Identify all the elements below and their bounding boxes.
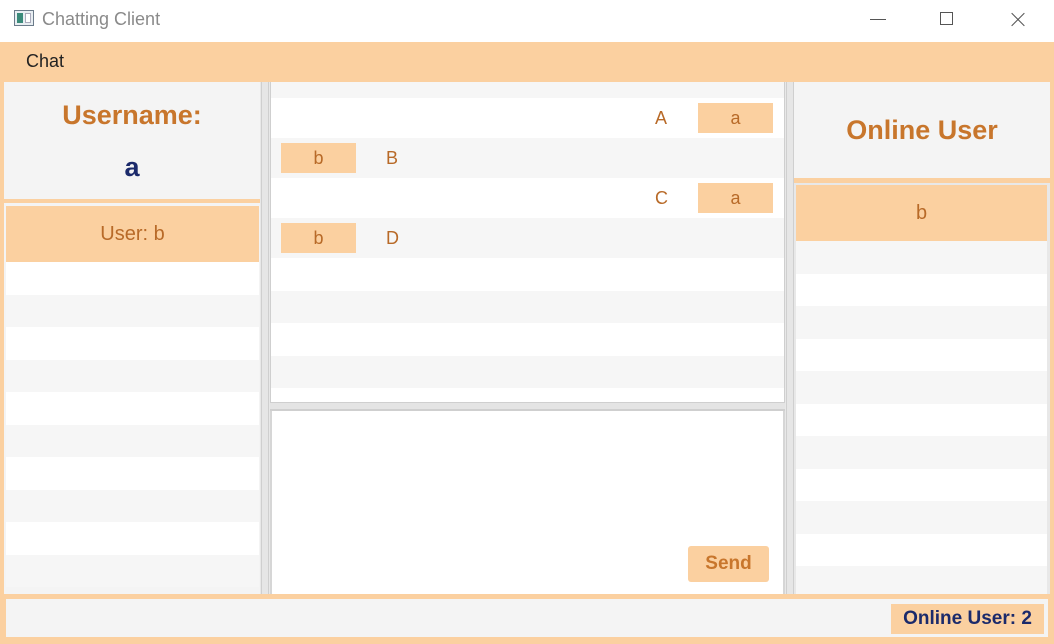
close-button[interactable] xyxy=(994,0,1040,40)
username-box: Username: a xyxy=(4,82,260,203)
online-user-item[interactable]: b xyxy=(796,185,1047,241)
message-row: A a xyxy=(271,98,784,138)
window-title: Chatting Client xyxy=(42,9,161,29)
chat-list[interactable]: User: b xyxy=(6,206,259,594)
chat-list-item[interactable]: User: b xyxy=(6,206,259,262)
message-text: B xyxy=(386,148,399,168)
username-label: Username: xyxy=(62,100,202,130)
menu-bar: Chat xyxy=(0,42,1054,82)
message-text: D xyxy=(386,228,399,248)
sender-tag: b xyxy=(281,223,356,253)
online-user-header: Online User xyxy=(794,82,1050,183)
online-count-badge: Online User: 2 xyxy=(891,604,1044,634)
send-button[interactable]: Send xyxy=(688,546,769,582)
message-text: C xyxy=(655,188,668,208)
message-text: A xyxy=(655,108,668,128)
sender-tag: a xyxy=(698,183,773,213)
sender-tag: a xyxy=(698,103,773,133)
maximize-button[interactable] xyxy=(924,0,970,40)
splitter-right[interactable] xyxy=(786,82,794,596)
minimize-button[interactable] xyxy=(856,0,902,40)
menu-chat[interactable]: Chat xyxy=(26,51,64,72)
online-user-title: Online User xyxy=(846,115,998,145)
splitter-horizontal[interactable] xyxy=(270,402,785,411)
message-list[interactable]: A a b B C a b D xyxy=(270,82,785,402)
message-row: b B xyxy=(271,138,784,178)
username-value: a xyxy=(124,152,140,182)
message-row: C a xyxy=(271,178,784,218)
app-icon xyxy=(14,10,34,26)
sender-tag: b xyxy=(281,143,356,173)
title-bar: Chatting Client xyxy=(0,0,1054,42)
right-frame xyxy=(1050,82,1054,596)
splitter-left[interactable] xyxy=(261,82,269,596)
online-user-list[interactable]: b xyxy=(796,185,1047,594)
message-row: b D xyxy=(271,218,784,258)
